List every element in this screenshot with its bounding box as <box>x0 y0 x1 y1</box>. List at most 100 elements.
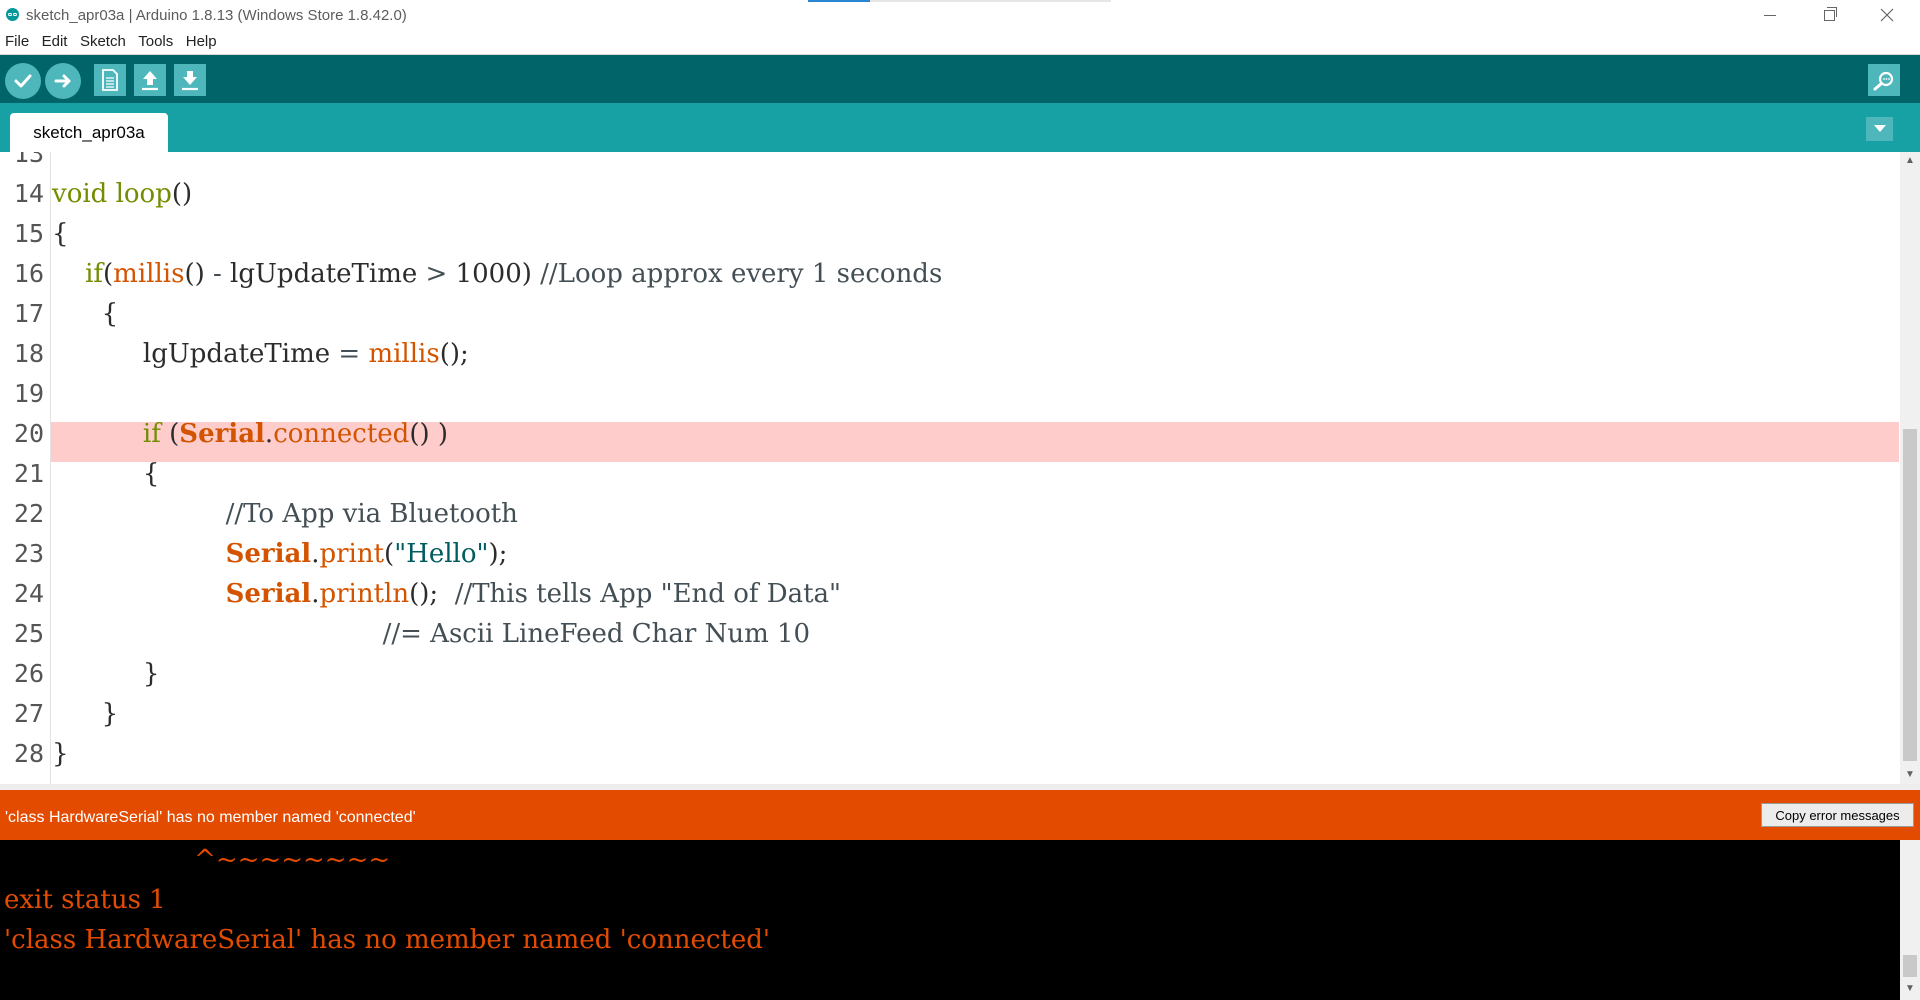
code-token: (); <box>439 339 469 369</box>
minimize-icon <box>1764 14 1776 16</box>
code-token: millis <box>113 259 185 289</box>
code-token: lgUpdateTime <box>221 259 426 289</box>
menu-tools[interactable]: Tools <box>133 30 173 50</box>
copy-error-messages-button[interactable]: Copy error messages <box>1761 803 1914 827</box>
line-number: 17 <box>13 299 44 328</box>
code-token: //Loop approx every 1 seconds <box>540 259 943 289</box>
code-token: lgUpdateTime <box>52 339 339 369</box>
open-button[interactable] <box>134 64 166 96</box>
upload-button[interactable] <box>45 63 81 99</box>
editor-scroll-thumb[interactable] <box>1903 429 1917 761</box>
code-token: { <box>52 299 119 329</box>
toolbar <box>0 55 1920 103</box>
code-token: { <box>52 219 69 249</box>
line-number: 28 <box>13 739 44 768</box>
chevron-down-icon <box>1873 125 1886 132</box>
console-line: exit status 1 <box>4 885 166 915</box>
verify-icon <box>14 74 32 88</box>
title-accent-indicator <box>808 0 870 2</box>
code-token: ( <box>384 539 395 569</box>
code-token: Serial <box>225 539 312 569</box>
menu-help[interactable]: Help <box>181 30 217 50</box>
code-token: connected <box>273 419 410 449</box>
close-button[interactable] <box>1858 0 1916 30</box>
line-number: 19 <box>13 379 44 408</box>
code-token: () <box>171 179 193 209</box>
title-bar: sketch_apr03a | Arduino 1.8.13 (Windows … <box>0 0 1920 30</box>
code-token: ); <box>488 539 508 569</box>
save-icon <box>182 71 198 91</box>
line-number: 18 <box>13 339 44 368</box>
code-token: { <box>52 459 160 489</box>
open-icon <box>142 71 158 91</box>
scroll-down-icon[interactable]: ▼ <box>1904 769 1916 781</box>
code-token: 1000) <box>447 259 541 289</box>
console-output[interactable]: ^~~~~~~~~ exit status 1 'class HardwareS… <box>0 840 1920 1000</box>
save-button[interactable] <box>174 64 206 96</box>
serial-monitor-button[interactable] <box>1868 64 1900 96</box>
code-token: //= Ascii LineFeed Char Num 10 <box>382 619 811 649</box>
restore-button[interactable] <box>1800 0 1858 30</box>
code-area[interactable]: void loop() { if(millis() - lgUpdateTime … <box>52 152 1900 784</box>
editor-scrollbar[interactable]: ▲ ▼ <box>1900 152 1920 784</box>
new-sketch-button[interactable] <box>94 64 126 96</box>
menu-sketch[interactable]: Sketch <box>75 30 126 50</box>
scroll-up-icon[interactable]: ▲ <box>1904 155 1916 167</box>
console-line: 'class HardwareSerial' has no member nam… <box>4 925 771 955</box>
code-token: ( <box>103 259 114 289</box>
console-scroll-thumb[interactable] <box>1903 955 1917 977</box>
code-token: if <box>142 419 161 449</box>
minimize-button[interactable] <box>1741 0 1799 30</box>
code-token: . <box>264 419 274 449</box>
code-line: //= Ascii LineFeed Char Num 10 <box>52 614 811 654</box>
scroll-down-icon[interactable]: ▼ <box>1904 983 1916 995</box>
line-number: 27 <box>13 699 44 728</box>
code-token: } <box>52 699 119 729</box>
menu-bar: File Edit Sketch Tools Help <box>0 30 1920 55</box>
line-number: 26 <box>13 659 44 688</box>
console-scrollbar[interactable]: ▼ <box>1900 840 1920 1000</box>
code-line: //To App via Bluetooth <box>52 494 518 534</box>
code-token: "Hello" <box>394 539 489 569</box>
line-number: 16 <box>13 259 44 288</box>
code-line: { <box>52 214 69 254</box>
line-number: 25 <box>13 619 44 648</box>
line-number: 23 <box>13 539 44 568</box>
menu-edit[interactable]: Edit <box>37 30 68 50</box>
line-number: 14 <box>13 179 44 208</box>
code-line: } <box>52 734 69 774</box>
line-number: 21 <box>13 459 44 488</box>
code-token: Serial <box>179 419 265 449</box>
code-line: void loop() <box>52 174 192 214</box>
code-token: print <box>319 539 385 569</box>
tab-bar: sketch_apr03a <box>0 103 1920 152</box>
code-token: millis <box>368 339 440 369</box>
code-token: - <box>213 259 222 289</box>
tab-menu-button[interactable] <box>1866 117 1893 141</box>
menu-file[interactable]: File <box>0 30 29 50</box>
code-token: () <box>184 259 213 289</box>
code-token: //This tells App "End of Data" <box>454 579 842 609</box>
close-icon <box>1880 8 1894 22</box>
tab-sketch-apr03a[interactable]: sketch_apr03a <box>10 113 168 152</box>
line-number: 20 <box>13 419 44 448</box>
verify-button[interactable] <box>5 63 41 99</box>
code-line: } <box>52 694 119 734</box>
code-line: if (Serial.connected() ) <box>52 414 448 454</box>
restore-icon <box>1823 6 1837 21</box>
code-editor[interactable]: 13 14 15 16 17 18 19 20 21 22 23 24 25 26 27 28 void lo… <box>0 152 1920 784</box>
code-line: Serial.print("Hello"); <box>52 534 508 574</box>
error-banner: 'class HardwareSerial' has no member nam… <box>0 790 1920 840</box>
line-number-gutter: 13 14 15 16 17 18 19 20 21 22 23 24 25 26 27 28 <box>0 152 51 784</box>
code-token: Serial <box>225 579 312 609</box>
serial-monitor-icon <box>1873 71 1894 91</box>
code-token: println <box>319 579 410 609</box>
code-line: if(millis() - lgUpdateTime > 1000) //Loo… <box>52 254 942 294</box>
code-token: void <box>52 179 108 209</box>
window-title: sketch_apr03a | Arduino 1.8.13 (Windows … <box>26 7 407 24</box>
